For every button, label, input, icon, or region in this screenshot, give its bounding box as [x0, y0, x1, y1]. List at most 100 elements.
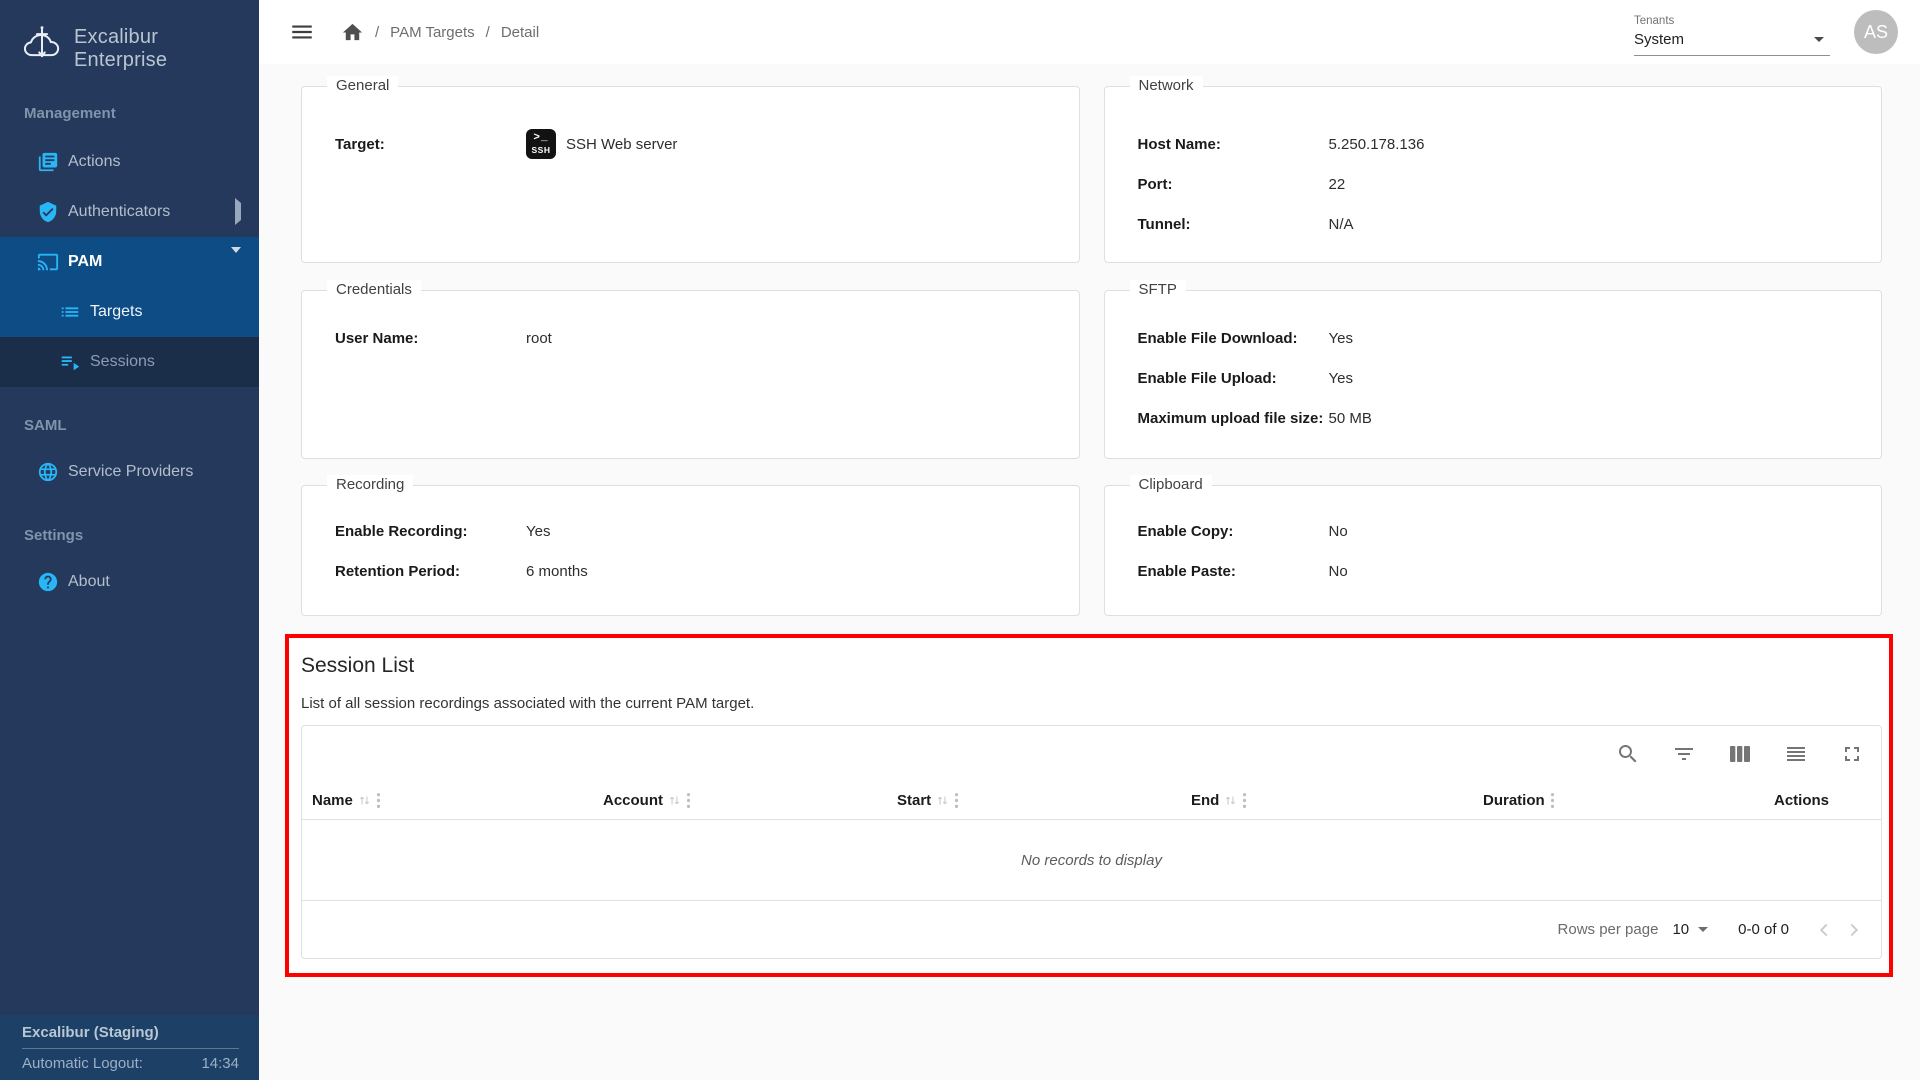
- sidebar-item-about[interactable]: About: [0, 557, 259, 607]
- column-menu-icon[interactable]: [686, 792, 691, 809]
- field-label: Enable Recording:: [302, 523, 526, 540]
- field-value: Yes: [1329, 370, 1353, 387]
- column-menu-icon[interactable]: [954, 792, 959, 809]
- field-label: Tunnel:: [1105, 216, 1329, 233]
- pagination-bar: Rows per page 10 0-0 of 0: [302, 900, 1881, 958]
- field-row-username: User Name: root: [302, 318, 1079, 358]
- session-table-panel: Name Account Start: [301, 725, 1882, 959]
- topbar: / PAM Targets / Detail Tenants System AS: [259, 0, 1920, 64]
- field-value: N/A: [1329, 216, 1354, 233]
- sidebar-item-label: Actions: [68, 153, 120, 171]
- sidebar-item-label: Authenticators: [68, 203, 170, 221]
- sidebar-group-pam: PAM Targets: [0, 237, 259, 337]
- sidebar-item-label: Service Providers: [68, 463, 193, 481]
- logout-label: Automatic Logout:: [22, 1055, 143, 1072]
- home-icon[interactable]: [341, 21, 364, 44]
- column-menu-icon[interactable]: [1242, 792, 1247, 809]
- dropdown-caret-icon: [1698, 927, 1708, 932]
- card-legend: SFTP: [1130, 280, 1186, 300]
- card-legend: Network: [1130, 76, 1203, 96]
- breadcrumb-pam-targets[interactable]: PAM Targets: [390, 24, 474, 41]
- search-icon[interactable]: [1616, 742, 1640, 766]
- environment-name: Excalibur (Staging): [22, 1024, 239, 1041]
- field-value: No: [1329, 523, 1348, 540]
- breadcrumb-detail: Detail: [501, 24, 539, 41]
- logout-countdown: 14:34: [201, 1055, 239, 1072]
- sidebar-item-targets[interactable]: Targets: [0, 287, 259, 337]
- field-value: 6 months: [526, 563, 588, 580]
- field-label: Host Name:: [1105, 136, 1329, 153]
- field-row-enable-paste: Enable Paste: No: [1105, 551, 1882, 591]
- card-clipboard: Clipboard Enable Copy: No Enable Paste: …: [1104, 485, 1883, 616]
- field-value: 22: [1329, 176, 1346, 193]
- field-label: Maximum upload file size:: [1105, 410, 1329, 427]
- card-sftp: SFTP Enable File Download: Yes Enable Fi…: [1104, 290, 1883, 459]
- card-network: Network Host Name: 5.250.178.136 Port: 2…: [1104, 86, 1883, 263]
- sidebar: Excalibur Enterprise Management Actions …: [0, 0, 259, 1080]
- breadcrumb-separator: /: [486, 24, 490, 41]
- sidebar-item-service-providers[interactable]: Service Providers: [0, 447, 259, 497]
- section-label-management: Management: [0, 105, 259, 123]
- field-label: Enable File Download:: [1105, 330, 1329, 347]
- density-icon[interactable]: [1784, 742, 1808, 766]
- column-header-duration[interactable]: Duration: [1483, 792, 1774, 809]
- sort-icon[interactable]: [668, 794, 681, 807]
- app-title: Excalibur Enterprise: [74, 26, 243, 72]
- column-menu-icon[interactable]: [376, 792, 381, 809]
- field-label: User Name:: [302, 330, 526, 347]
- field-label: Enable Paste:: [1105, 563, 1329, 580]
- previous-page-button[interactable]: [1809, 915, 1839, 945]
- sidebar-item-actions[interactable]: Actions: [0, 137, 259, 187]
- tenants-label: Tenants: [1634, 15, 1830, 27]
- help-circle-icon: [37, 571, 59, 593]
- pagination-range: 0-0 of 0: [1738, 921, 1789, 938]
- menu-toggle-button[interactable]: [289, 19, 315, 45]
- field-row-file-download: Enable File Download: Yes: [1105, 318, 1882, 358]
- table-header-row: Name Account Start: [302, 781, 1881, 820]
- column-header-start[interactable]: Start: [897, 792, 1191, 809]
- section-label-settings: Settings: [0, 527, 259, 545]
- cast-screen-icon: [37, 251, 59, 273]
- sidebar-item-sessions[interactable]: Sessions: [0, 337, 259, 387]
- card-legend: Credentials: [327, 280, 421, 300]
- filter-icon[interactable]: [1672, 742, 1696, 766]
- sidebar-item-label: PAM: [68, 253, 102, 271]
- column-header-name[interactable]: Name: [312, 792, 603, 809]
- field-label: Retention Period:: [302, 563, 526, 580]
- sort-icon[interactable]: [1224, 794, 1237, 807]
- tenants-select[interactable]: Tenants System: [1634, 9, 1830, 56]
- column-header-account[interactable]: Account: [603, 792, 897, 809]
- sidebar-item-authenticators[interactable]: Authenticators: [0, 187, 259, 237]
- field-label: Target:: [302, 136, 526, 153]
- library-books-icon: [37, 151, 59, 173]
- rows-per-page-select[interactable]: 10: [1672, 921, 1708, 938]
- chevron-down-icon: [231, 253, 241, 271]
- field-value: 5.250.178.136: [1329, 136, 1425, 153]
- card-credentials: Credentials User Name: root: [301, 290, 1080, 459]
- columns-icon[interactable]: [1728, 742, 1752, 766]
- field-row-enable-recording: Enable Recording: Yes: [302, 511, 1079, 551]
- sidebar-item-pam[interactable]: PAM: [0, 237, 259, 287]
- fullscreen-icon[interactable]: [1840, 742, 1864, 766]
- column-header-end[interactable]: End: [1191, 792, 1483, 809]
- sort-icon[interactable]: [936, 794, 949, 807]
- field-value: Yes: [526, 523, 550, 540]
- next-page-button[interactable]: [1839, 915, 1869, 945]
- session-list-title: Session List: [301, 652, 1882, 679]
- field-row-file-upload: Enable File Upload: Yes: [1105, 358, 1882, 398]
- field-row-max-upload: Maximum upload file size: 50 MB: [1105, 398, 1882, 438]
- table-toolbar: [302, 726, 1881, 781]
- card-legend: Recording: [327, 475, 413, 495]
- field-row-port: Port: 22: [1105, 164, 1882, 204]
- section-label-saml: SAML: [0, 417, 259, 435]
- field-row-tunnel: Tunnel: N/A: [1105, 204, 1882, 244]
- field-row-enable-copy: Enable Copy: No: [1105, 511, 1882, 551]
- list-icon: [59, 301, 81, 323]
- sidebar-footer: Excalibur (Staging) Automatic Logout: 14…: [0, 1015, 259, 1080]
- field-label: Port:: [1105, 176, 1329, 193]
- card-general: General Target: >_ SSH SSH Web server: [301, 86, 1080, 263]
- rows-per-page-label: Rows per page: [1558, 921, 1659, 938]
- user-avatar[interactable]: AS: [1854, 10, 1898, 54]
- column-menu-icon[interactable]: [1550, 792, 1555, 809]
- sort-icon[interactable]: [358, 794, 371, 807]
